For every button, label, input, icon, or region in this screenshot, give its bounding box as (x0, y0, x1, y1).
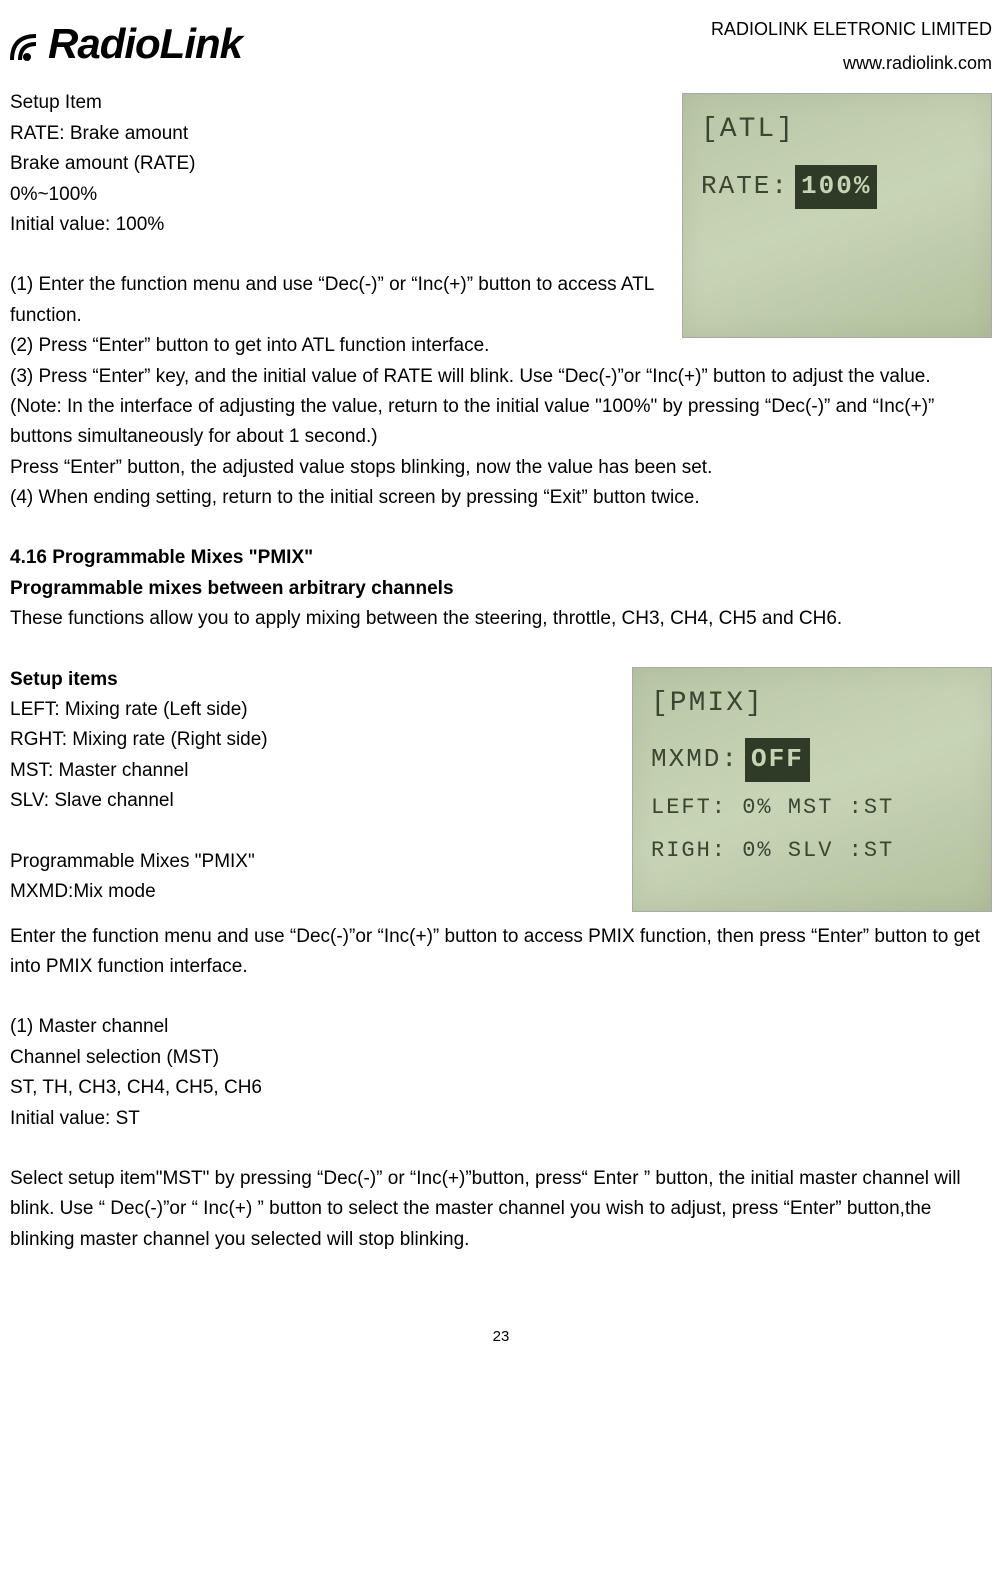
pmix-initial: Initial value: ST (10, 1104, 992, 1134)
radio-wave-icon (10, 24, 46, 64)
logo: RadioLink (10, 10, 242, 77)
master-title: (1) Master channel (10, 1012, 992, 1042)
pmix-enter-func: Enter the function menu and use “Dec(-)”… (10, 922, 992, 983)
lcd-mxmd-prefix: MXMD: (651, 739, 739, 781)
select-mst: Select setup item"MST" by pressing “Dec(… (10, 1164, 992, 1255)
lcd-pmix-title: [PMIX] (651, 682, 973, 727)
lcd-pmix-righ-row: RIGH: 0% SLV :ST (651, 833, 973, 868)
channel-sel: Channel selection (MST) (10, 1043, 992, 1073)
logo-text: RadioLink (48, 10, 242, 77)
atl-step4: (4) When ending setting, return to the i… (10, 483, 992, 513)
pmix-subtitle: Programmable mixes between arbitrary cha… (10, 574, 992, 604)
lcd-atl-rate-row: RATE: 100% (701, 165, 973, 209)
atl-lcd-image: [ATL] RATE: 100% (682, 93, 992, 338)
lcd-pmix-left-row: LEFT: 0% MST :ST (651, 790, 973, 825)
atl-step3: (3) Press “Enter” key, and the initial v… (10, 362, 992, 392)
content: [ATL] RATE: 100% Setup Item RATE: Brake … (10, 88, 992, 1255)
lcd-mxmd-value: OFF (745, 738, 810, 782)
lcd-atl-title: [ATL] (701, 108, 973, 153)
pmix-desc: These functions allow you to apply mixin… (10, 604, 992, 634)
lcd-rate-value: 100% (795, 165, 877, 209)
pmix-lcd-image: [PMIX] MXMD: OFF LEFT: 0% MST :ST RIGH: … (632, 667, 992, 912)
header-right: RADIOLINK ELETRONIC LIMITED www.radiolin… (711, 10, 992, 80)
pmix-title: 4.16 Programmable Mixes "PMIX" (10, 543, 992, 573)
channels: ST, TH, CH3, CH4, CH5, CH6 (10, 1073, 992, 1103)
lcd-pmix-mxmd-row: MXMD: OFF (651, 738, 973, 782)
website: www.radiolink.com (711, 46, 992, 80)
page-header: RadioLink RADIOLINK ELETRONIC LIMITED ww… (10, 10, 992, 80)
atl-press-enter: Press “Enter” button, the adjusted value… (10, 453, 992, 483)
atl-note: (Note: In the interface of adjusting the… (10, 392, 992, 453)
company-name: RADIOLINK ELETRONIC LIMITED (711, 12, 992, 46)
page-number: 23 (10, 1325, 992, 1349)
lcd-rate-prefix: RATE: (701, 166, 789, 208)
